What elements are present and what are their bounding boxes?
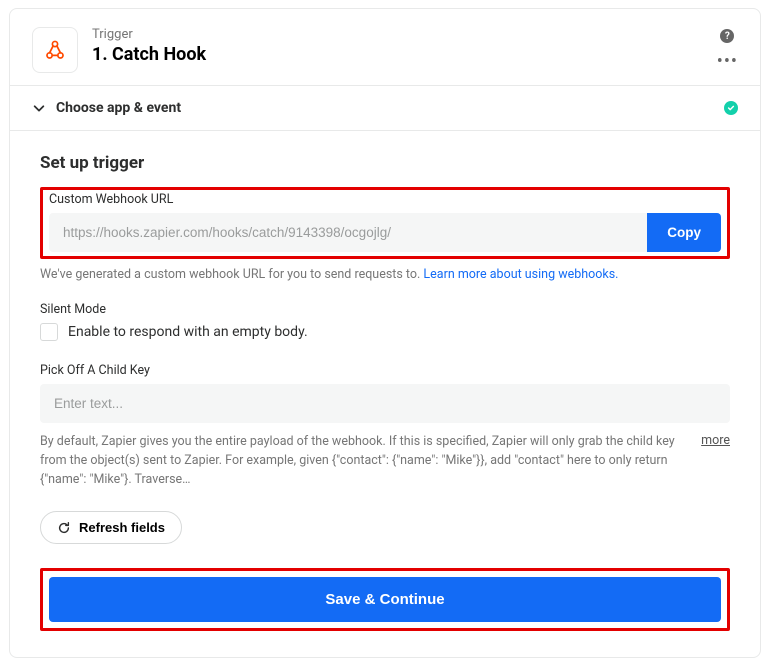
- step-header: Trigger 1. Catch Hook ? •••: [10, 9, 760, 85]
- webhook-url-highlight: Custom Webhook URL Copy: [40, 187, 730, 259]
- setup-body: Set up trigger Custom Webhook URL Copy W…: [10, 131, 760, 657]
- child-key-input[interactable]: [40, 384, 730, 423]
- refresh-icon: [57, 521, 71, 535]
- webhook-url-input[interactable]: [49, 213, 647, 252]
- app-icon: [32, 27, 78, 73]
- save-continue-button[interactable]: Save & Continue: [49, 577, 721, 622]
- step-kicker: Trigger: [92, 27, 703, 42]
- choose-app-event-toggle[interactable]: Choose app & event: [10, 85, 760, 131]
- webhooks-icon: [42, 37, 68, 63]
- silent-mode-checkbox-label: Enable to respond with an empty body.: [68, 324, 308, 340]
- webhook-help-link[interactable]: Learn more about using webhooks.: [423, 267, 618, 282]
- refresh-fields-button[interactable]: Refresh fields: [40, 511, 182, 544]
- child-key-more-link[interactable]: more: [701, 433, 730, 448]
- more-menu-icon[interactable]: •••: [717, 57, 738, 67]
- step-editor-card: Trigger 1. Catch Hook ? ••• Choose app &…: [9, 8, 761, 658]
- webhook-url-label: Custom Webhook URL: [49, 192, 721, 207]
- child-key-label: Pick Off A Child Key: [40, 363, 730, 378]
- child-key-description: By default, Zapier gives you the entire …: [40, 433, 683, 489]
- choose-app-event-label: Choose app & event: [56, 100, 714, 116]
- silent-mode-checkbox[interactable]: [40, 323, 58, 341]
- silent-mode-label: Silent Mode: [40, 302, 730, 317]
- copy-button[interactable]: Copy: [647, 213, 721, 252]
- step-title: 1. Catch Hook: [92, 44, 703, 65]
- chevron-down-icon: [32, 101, 46, 115]
- webhook-help-prefix: We've generated a custom webhook URL for…: [40, 267, 423, 282]
- webhook-url-row: Copy: [49, 213, 721, 252]
- setup-heading: Set up trigger: [40, 153, 730, 173]
- child-key-description-row: By default, Zapier gives you the entire …: [40, 433, 730, 489]
- section-complete-icon: [724, 101, 738, 115]
- primary-highlight: Save & Continue: [40, 568, 730, 631]
- webhook-help-text: We've generated a custom webhook URL for…: [40, 267, 730, 282]
- silent-mode-row: Enable to respond with an empty body.: [40, 323, 730, 341]
- help-icon[interactable]: ?: [720, 29, 734, 43]
- step-titles: Trigger 1. Catch Hook: [92, 27, 703, 65]
- refresh-fields-label: Refresh fields: [79, 520, 165, 535]
